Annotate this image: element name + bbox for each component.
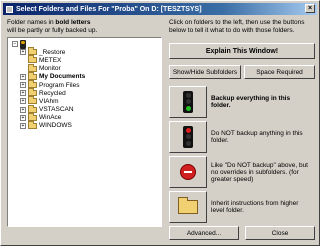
inherit-label: Inherit instructions from higher level f… — [211, 200, 299, 214]
tree-item-label: METEX — [39, 56, 62, 64]
expand-icon[interactable]: + — [20, 122, 26, 129]
action-inherit: Inherit instructions from higher level f… — [169, 190, 315, 224]
legend-bold-text: bold letters — [55, 19, 91, 26]
space-required-button[interactable]: Space Required — [244, 65, 315, 79]
expand-icon[interactable]: + — [20, 90, 26, 97]
instructions-text: Click on folders to the left, then use t… — [169, 19, 305, 34]
folder-icon — [28, 55, 37, 64]
advanced-button[interactable]: Advanced... — [169, 226, 239, 240]
expand-icon[interactable]: + — [20, 82, 26, 89]
drive-traffic-light-icon — [20, 39, 26, 49]
folder-icon — [28, 80, 37, 89]
tree-item-vstascan[interactable]: + VSTASCAN — [12, 104, 161, 114]
folder-icon — [28, 104, 37, 113]
legend-text-part1: Folder names in — [7, 19, 56, 26]
do-not-backup-label: Do NOT backup anything in this folder. — [211, 130, 303, 144]
close-button[interactable]: Close — [245, 226, 315, 240]
folder-icon — [28, 88, 37, 97]
folder-icon — [178, 197, 198, 214]
inherit-button[interactable] — [169, 191, 207, 223]
tree-item-label: VSTASCAN — [39, 106, 74, 114]
explain-window-button[interactable]: Explain This Window! — [169, 43, 315, 59]
tree-item-label: My Documents — [39, 73, 86, 81]
close-window-button[interactable]: × — [305, 4, 315, 13]
show-hide-subfolders-button[interactable]: Show/Hide Subfolders — [169, 65, 241, 79]
tree-item-label: Recycled — [39, 89, 66, 97]
backup-everything-button[interactable] — [169, 86, 207, 118]
tree-root[interactable]: − — [12, 39, 161, 49]
backup-everything-label: Backup everything in this folder. — [211, 95, 291, 109]
tree-item-monitor[interactable]: Monitor — [12, 63, 161, 73]
tree-item-label: _Restore — [39, 48, 66, 56]
tree-item-my-documents[interactable]: + My Documents — [12, 71, 161, 81]
title-bar[interactable]: Select Folders and Files For "Proba" On … — [3, 3, 317, 15]
no-overrides-label: Like "Do NOT backup" above, but no overr… — [211, 161, 308, 183]
collapse-icon[interactable]: − — [12, 41, 18, 48]
folder-legend-text: Folder names in bold letters will be par… — [7, 19, 147, 34]
expand-icon[interactable]: + — [20, 73, 26, 80]
green-traffic-light-icon — [183, 91, 193, 113]
legend-text-part2: will be partly or fully backed up. — [7, 26, 98, 34]
folder-icon — [28, 47, 37, 56]
no-overrides-button[interactable] — [169, 156, 207, 188]
tree-item-label: WINDOWS — [39, 122, 72, 130]
tree-item-winace[interactable]: + WinAce — [12, 112, 161, 122]
tree-item-restore[interactable]: + _Restore — [12, 47, 161, 56]
window-title: Select Folders and Files For "Proba" On … — [16, 5, 202, 13]
select-folders-dialog: Select Folders and Files For "Proba" On … — [0, 0, 320, 246]
action-no-overrides: Like "Do NOT backup" above, but no overr… — [169, 155, 315, 189]
expand-icon[interactable]: + — [20, 114, 26, 121]
tree-item-label: VIAhm — [39, 97, 59, 105]
tree-item-recycled[interactable]: + Recycled — [12, 88, 161, 97]
do-not-backup-button[interactable] — [169, 121, 207, 153]
folder-tree[interactable]: − + _Restore METEX Monitor + My Document… — [7, 37, 162, 227]
tree-item-program-files[interactable]: + Program Files — [12, 80, 161, 89]
action-do-not-backup: Do NOT backup anything in this folder. — [169, 120, 315, 154]
folder-icon — [28, 112, 37, 121]
action-backup-everything: Backup everything in this folder. — [169, 85, 315, 119]
folder-icon — [28, 96, 37, 105]
tree-item-label: Monitor — [39, 65, 61, 73]
folder-icon — [28, 71, 37, 80]
folder-icon — [28, 63, 37, 72]
folder-icon — [28, 120, 37, 129]
red-traffic-light-icon — [183, 126, 193, 148]
expand-icon[interactable]: + — [20, 98, 26, 105]
expand-icon[interactable]: + — [20, 49, 26, 56]
tree-item-label: Program Files — [39, 81, 80, 89]
tree-item-metex[interactable]: METEX — [12, 55, 161, 64]
app-icon — [6, 5, 13, 13]
stop-sign-icon — [180, 164, 196, 180]
tree-item-label: WinAce — [39, 114, 62, 122]
tree-item-viahm[interactable]: + VIAhm — [12, 96, 161, 105]
expand-icon[interactable]: + — [20, 106, 26, 113]
tree-item-windows[interactable]: + WINDOWS — [12, 120, 161, 130]
